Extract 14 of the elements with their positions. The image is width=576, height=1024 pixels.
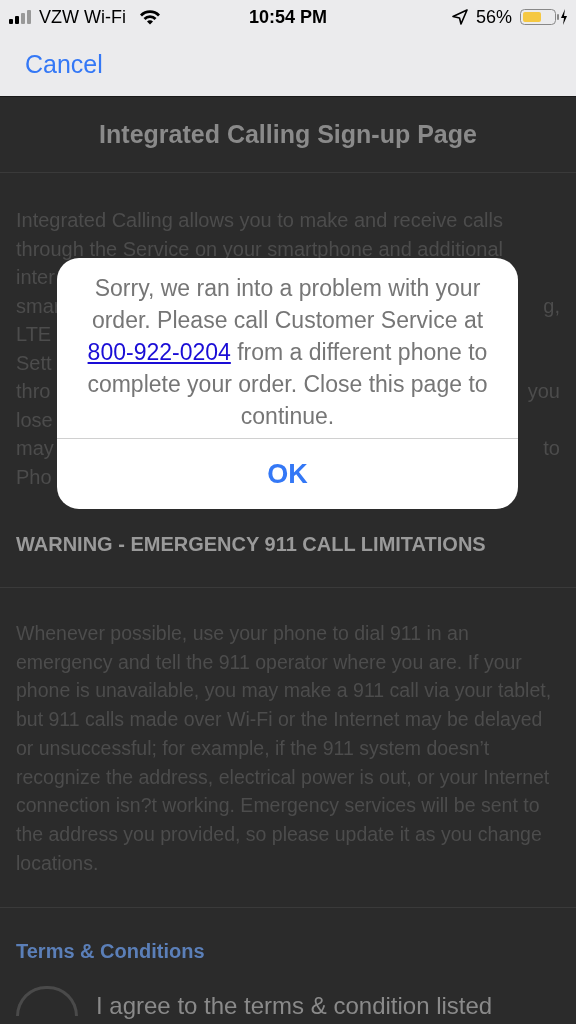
carrier-name: VZW Wi-Fi (39, 5, 126, 29)
section-heading: Terms & Conditions (15, 939, 206, 965)
signal-icon (8, 10, 34, 24)
battery-charging-icon (520, 8, 568, 26)
phone-link[interactable]: 800-922-0204 (87, 339, 231, 365)
agree-label: I agree to the terms & condition listed (96, 991, 493, 1022)
alert-message: Sorry, we ran into a problem with your order. Please call Customer Service at 800-922-0204 from a different phone to complete your order. Close this page to continue. (86, 274, 489, 431)
battery-percent: 56% (476, 5, 512, 29)
cancel-button[interactable]: Cancel (25, 46, 103, 84)
agree-radio[interactable] (16, 986, 78, 1017)
clock-time: 10:54 PM (249, 5, 328, 29)
wifi-icon (138, 9, 161, 25)
page-title: Integrated Calling Sign-up Page (0, 97, 576, 173)
location-arrow-icon (452, 9, 468, 25)
